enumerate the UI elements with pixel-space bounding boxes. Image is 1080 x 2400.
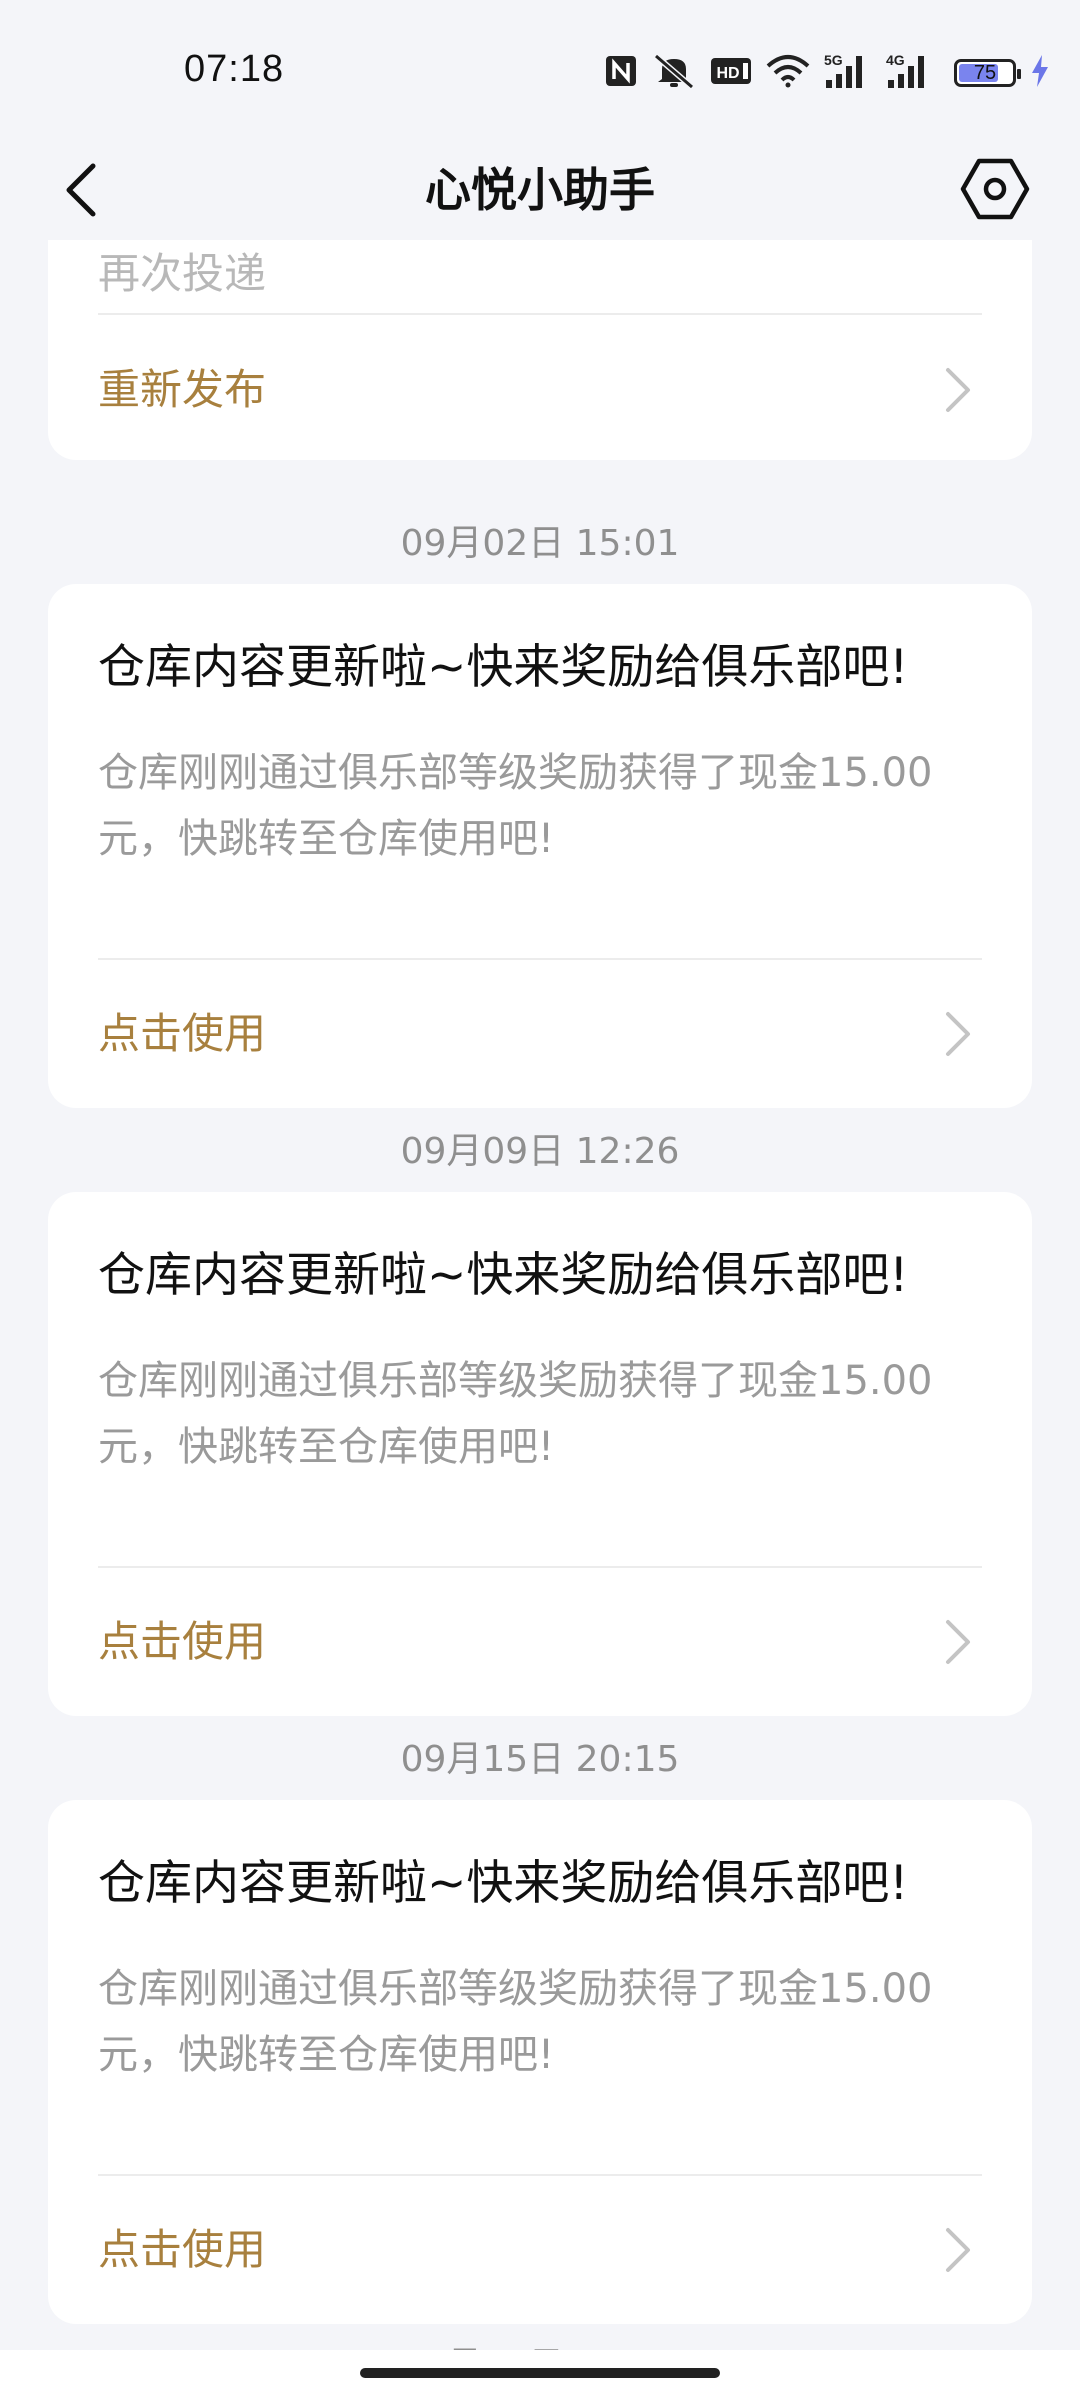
4g-label: 4G [886,52,905,68]
partial-card-text: 再次投递 [98,249,267,298]
message-body-line: 元，快跳转至仓库使用吧! [98,1424,555,1470]
republish-label: 重新发布 [98,365,267,414]
screen: 07:18 HD 5G 4G 75 心悦小助手 再次投递 重新发布 09月02日… [0,0,1080,2400]
home-indicator[interactable] [360,2368,720,2378]
chevron-right-icon [946,1012,970,1056]
charging-icon [1030,54,1050,92]
settings-button[interactable] [952,146,1038,232]
message-card: 仓库内容更新啦~快来奖励给俱乐部吧! 仓库刚刚通过俱乐部等级奖励获得了现金15.… [48,1192,1032,1716]
message-body-line: 元，快跳转至仓库使用吧! [98,816,555,862]
message-title: 仓库内容更新啦~快来奖励给俱乐部吧! [98,1248,909,1303]
use-now-label: 点击使用 [98,1009,267,1058]
5g-label: 5G [824,52,843,68]
use-now-action[interactable]: 点击使用 [48,1568,1032,1716]
message-body: 仓库刚刚通过俱乐部等级奖励获得了现金15.00 元，快跳转至仓库使用吧! [98,740,982,872]
battery-level: 75 [973,61,997,84]
message-card: 仓库内容更新啦~快来奖励给俱乐部吧! 仓库刚刚通过俱乐部等级奖励获得了现金15.… [48,584,1032,1108]
chevron-right-icon [946,1620,970,1664]
battery-icon: 75 [954,59,1021,87]
status-time: 07:18 [184,48,285,90]
4g-signal-icon: 4G [886,52,934,94]
message-body: 仓库刚刚通过俱乐部等级奖励获得了现金15.00 元，快跳转至仓库使用吧! [98,1348,982,1480]
message-card: 仓库内容更新啦~快来奖励给俱乐部吧! 仓库刚刚通过俱乐部等级奖励获得了现金15.… [48,1800,1032,2324]
use-now-action[interactable]: 点击使用 [48,960,1032,1108]
use-now-action[interactable]: 点击使用 [48,2176,1032,2324]
message-timestamp: 09月15日 20:15 [400,1739,680,1780]
chevron-right-icon [946,368,970,412]
hexagon-settings-icon [960,158,1030,220]
message-timestamp: 09月02日 15:01 [400,523,680,564]
mute-icon [652,53,696,93]
page-title: 心悦小助手 [425,163,655,217]
message-card-partial-top: 再次投递 重新发布 [48,240,1032,460]
use-now-label: 点击使用 [98,2225,267,2274]
battery-cap [1017,69,1021,79]
wifi-icon [766,54,810,92]
message-body-line: 仓库刚刚通过俱乐部等级奖励获得了现金15.00 [98,1966,933,2012]
message-body: 仓库刚刚通过俱乐部等级奖励获得了现金15.00 元，快跳转至仓库使用吧! [98,1956,982,2088]
message-timestamp: 09月09日 12:26 [400,1131,680,1172]
5g-signal-icon: 5G [824,52,872,94]
message-body-line: 仓库刚刚通过俱乐部等级奖励获得了现金15.00 [98,750,933,796]
use-now-label: 点击使用 [98,1617,267,1666]
hd-icon: HD [710,55,752,91]
card-divider [98,313,982,315]
message-body-line: 元，快跳转至仓库使用吧! [98,2032,555,2078]
message-title: 仓库内容更新啦~快来奖励给俱乐部吧! [98,1856,909,1911]
hd-label: HD [716,65,739,82]
republish-action[interactable]: 重新发布 [48,316,1032,464]
nav-bar: 心悦小助手 [0,140,1080,240]
chevron-right-icon [946,2228,970,2272]
status-icons: HD 5G 4G 75 [604,52,1050,94]
message-body-line: 仓库刚刚通过俱乐部等级奖励获得了现金15.00 [98,1358,933,1404]
message-title: 仓库内容更新啦~快来奖励给俱乐部吧! [98,640,909,695]
nfc-icon [604,54,638,92]
message-list[interactable]: 再次投递 重新发布 09月02日 15:01 仓库内容更新啦~快来奖励给俱乐部吧… [0,240,1080,2350]
status-bar: 07:18 HD 5G 4G 75 [0,0,1080,140]
message-timestamp-partial: 09月16日 21:13 [0,2336,1080,2350]
